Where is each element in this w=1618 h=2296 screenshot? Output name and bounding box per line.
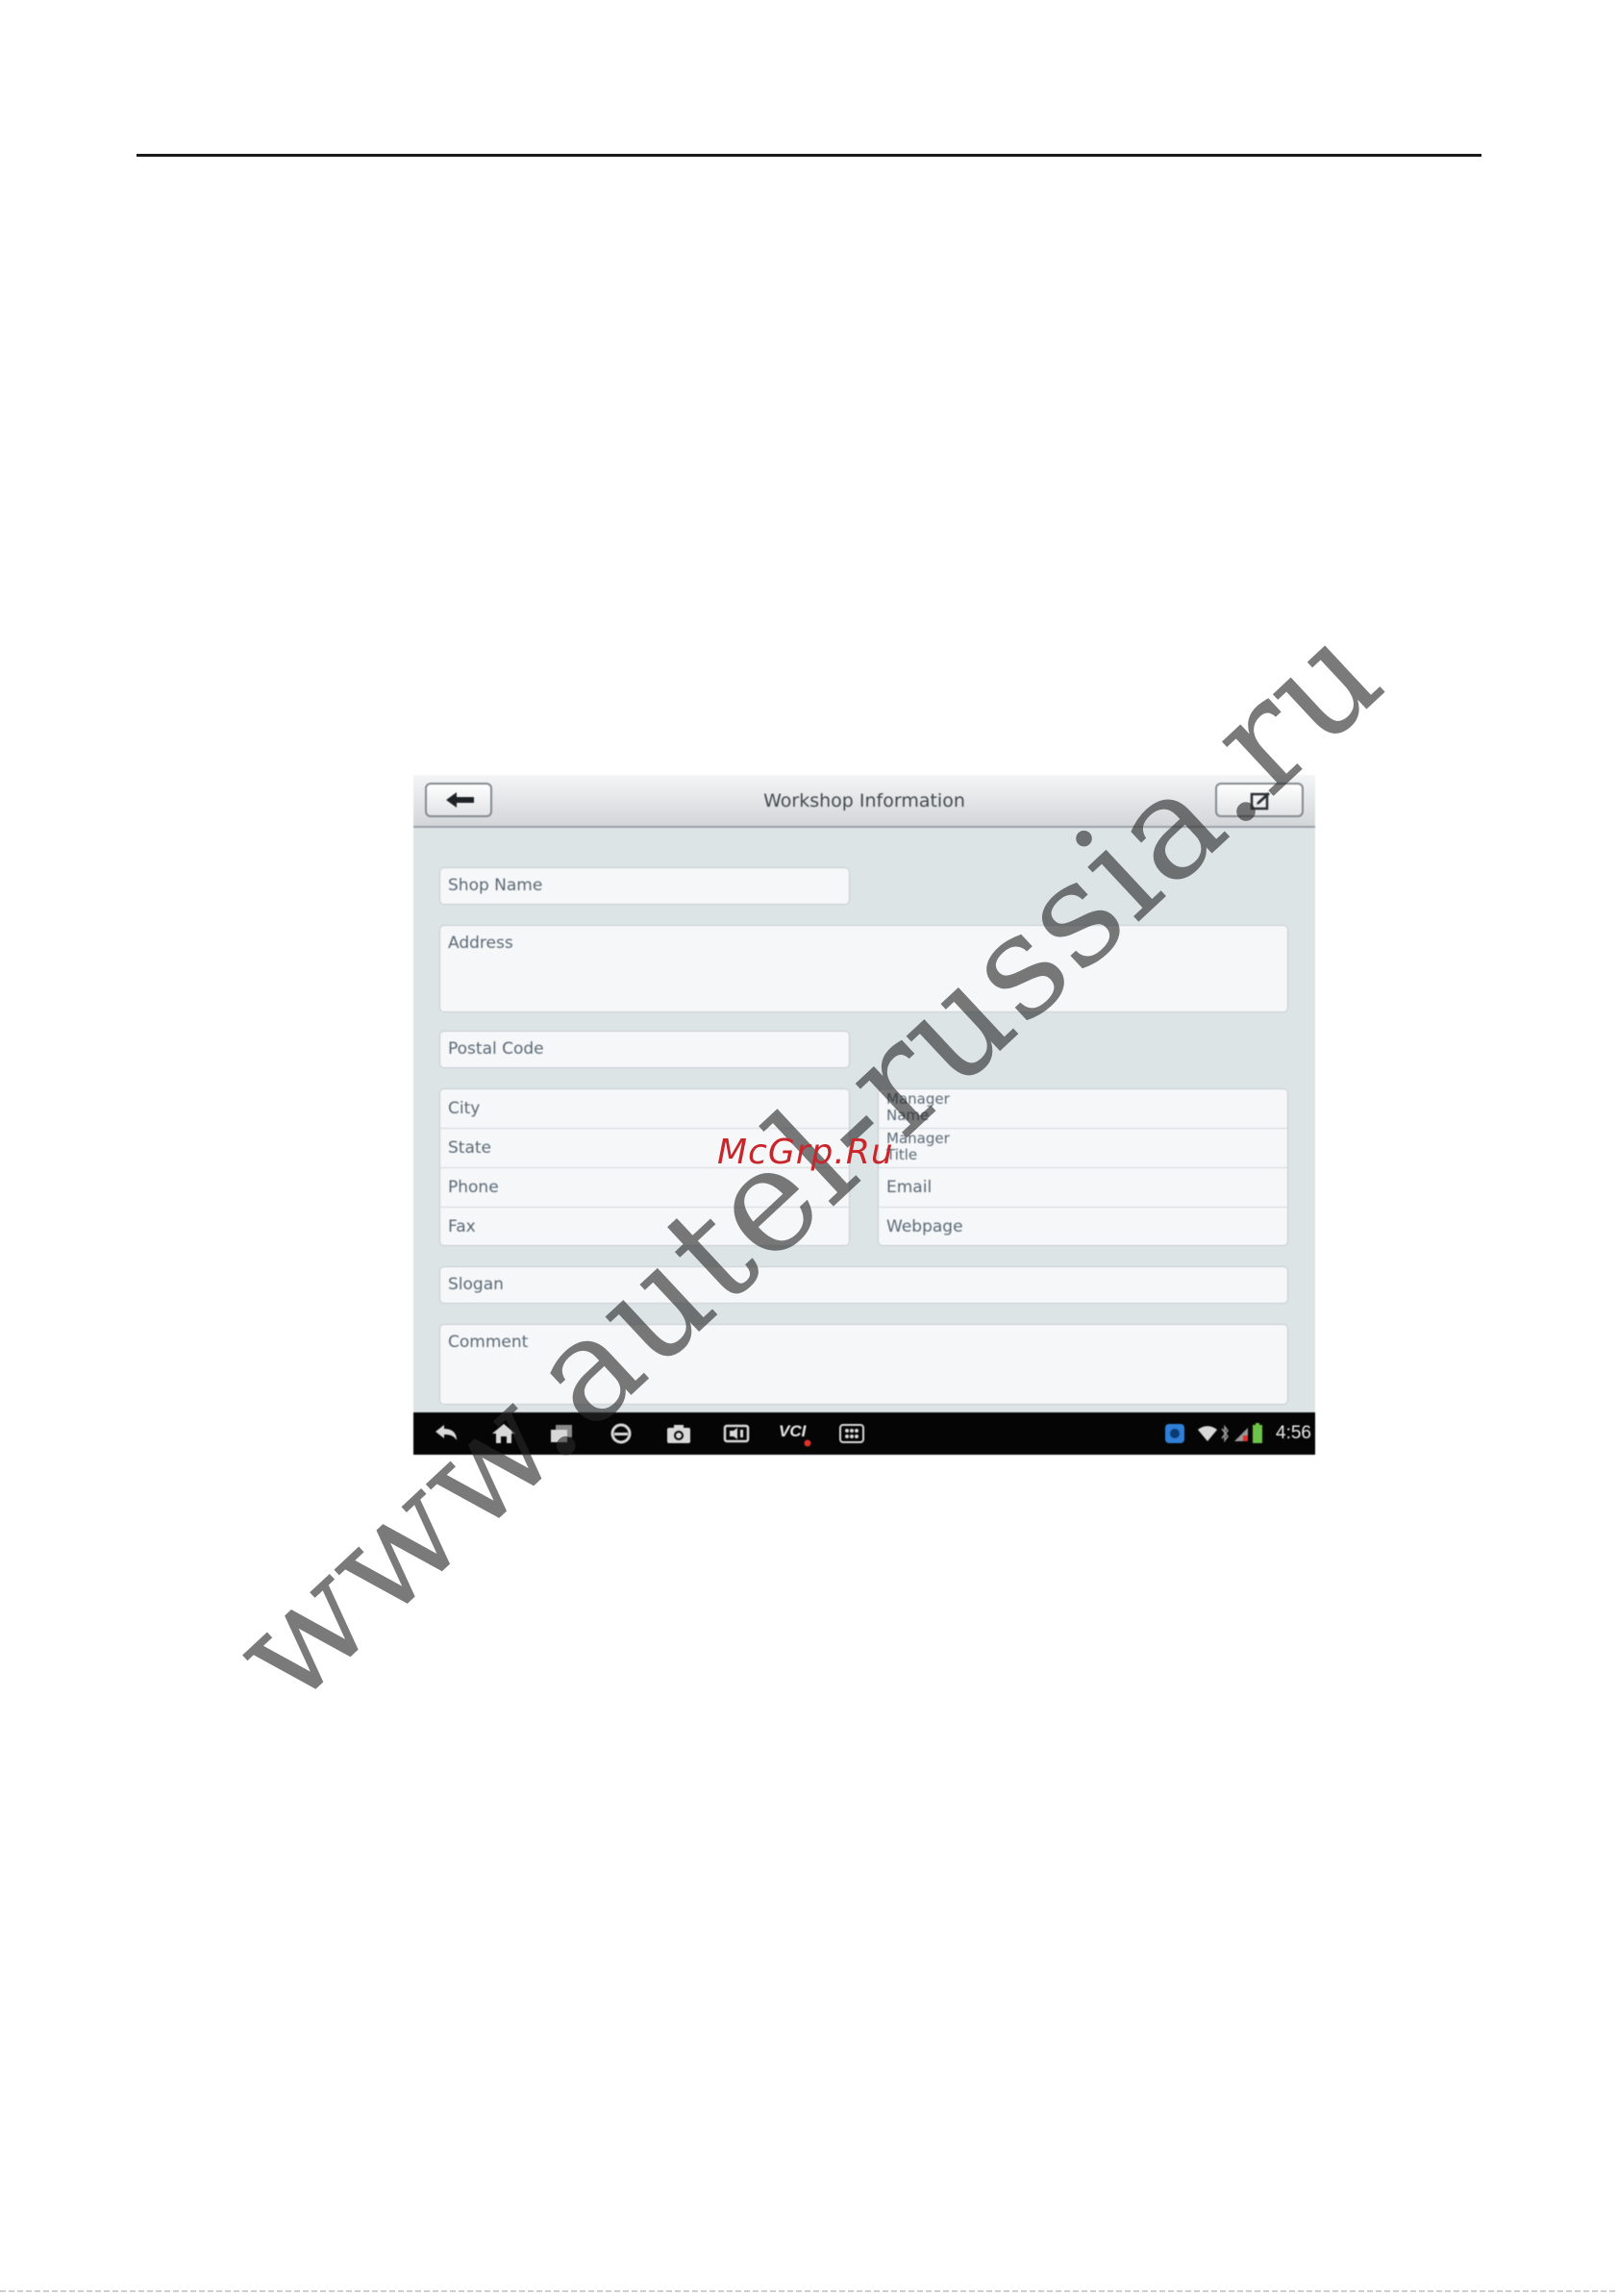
email-field[interactable]: Email xyxy=(879,1168,1287,1208)
webpage-field[interactable]: Webpage xyxy=(879,1208,1287,1245)
shop-name-label: Shop Name xyxy=(448,876,543,895)
shop-name-field[interactable]: Shop Name xyxy=(439,867,850,905)
address-label: Address xyxy=(448,934,513,953)
phone-label: Phone xyxy=(448,1178,499,1197)
camera-icon[interactable] xyxy=(665,1422,692,1445)
status-clock: 4:56 xyxy=(1276,1423,1311,1443)
battery-icon xyxy=(1253,1423,1262,1443)
bluetooth-icon xyxy=(1221,1424,1229,1443)
vci-status-label[interactable]: VCI xyxy=(779,1422,806,1441)
signal-icon xyxy=(1234,1428,1248,1441)
slogan-label: Slogan xyxy=(448,1275,504,1294)
vci-warning-icon xyxy=(804,1439,811,1447)
city-label: City xyxy=(448,1099,481,1118)
webpage-label: Webpage xyxy=(886,1217,963,1236)
fax-label: Fax xyxy=(448,1217,476,1236)
wifi-icon xyxy=(1198,1426,1217,1441)
state-label: State xyxy=(448,1138,491,1158)
notification-app-icon[interactable] xyxy=(1163,1422,1186,1445)
all-apps-icon[interactable] xyxy=(838,1422,865,1445)
footer-rule xyxy=(0,2290,1618,2292)
postal-code-label: Postal Code xyxy=(448,1039,544,1059)
header-rule xyxy=(137,154,1481,157)
volume-icon[interactable] xyxy=(723,1422,750,1445)
postal-code-field[interactable]: Postal Code xyxy=(439,1031,850,1068)
watermark-mcgrp: McGrp.Ru xyxy=(717,1133,894,1172)
